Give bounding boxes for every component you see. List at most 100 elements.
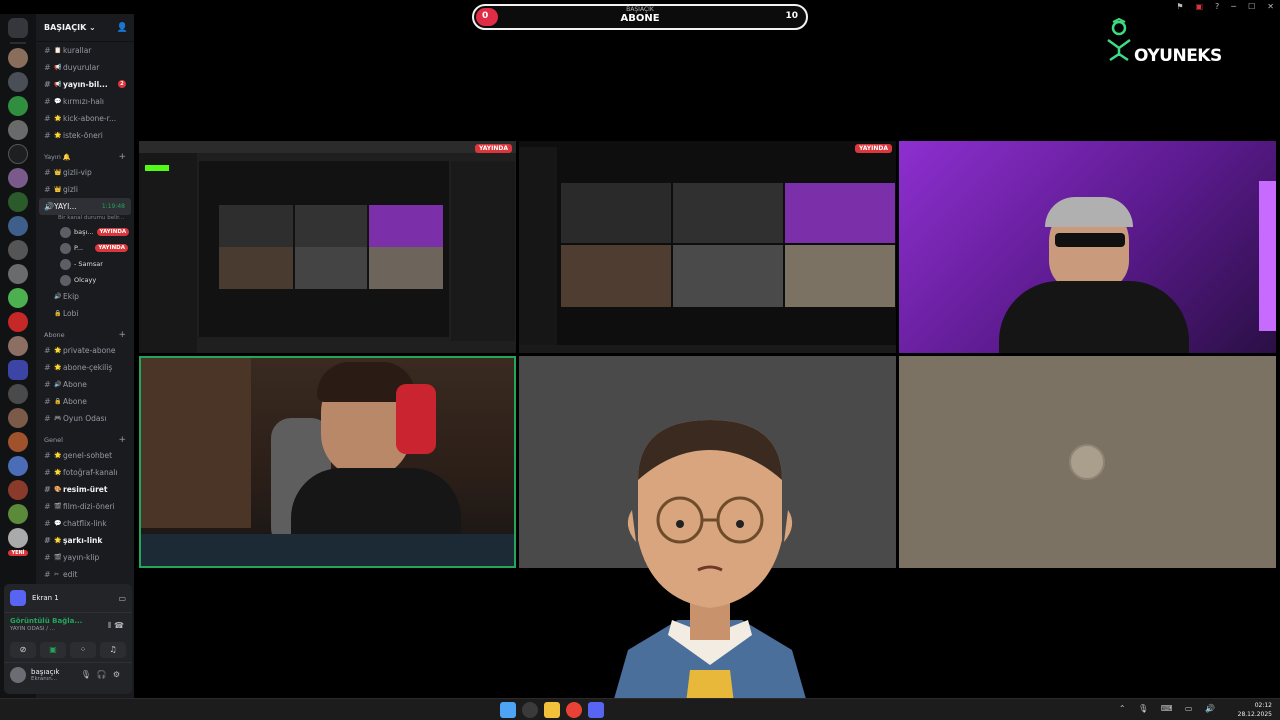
server-icon[interactable] — [8, 144, 28, 164]
channel-channels_abone[interactable]: # 🌟 abone-çekiliş — [36, 359, 134, 376]
close-icon[interactable]: ✕ — [1267, 2, 1274, 11]
video-tile-screen-share-1[interactable]: YAYINDA — [139, 141, 516, 353]
screen-share-row[interactable]: Ekran 1 ▭ — [4, 584, 132, 612]
server-icon[interactable] — [8, 240, 28, 260]
robot-logo-icon — [1107, 17, 1131, 62]
channel-name: gizli-vip — [63, 168, 92, 177]
discord-home-icon[interactable] — [8, 18, 28, 38]
channel-channels_top[interactable]: # 📢 yayın-bil... 2 — [36, 76, 134, 93]
channel-channels_abone[interactable]: # 🌟 private-abone — [36, 342, 134, 359]
live-badge: YAYINDA — [96, 228, 130, 236]
channel-channels_genel[interactable]: # 🎬 film-dizi-öneri — [36, 498, 134, 515]
clock-date: 28.12.2025 — [1237, 711, 1272, 718]
video-tile-avatar[interactable] — [899, 356, 1276, 568]
discord-icon[interactable] — [588, 702, 604, 718]
hash-icon: # — [44, 114, 51, 123]
server-icon[interactable] — [8, 192, 28, 212]
channel-channels_genel[interactable]: # 🌟 şarkı-link — [36, 532, 134, 549]
channel-channels_yayin[interactable]: # 👑 gizli-vip — [36, 164, 134, 181]
maximize-icon[interactable]: ☐ — [1248, 2, 1255, 11]
flag-icon[interactable]: ⚑ — [1176, 2, 1183, 11]
folder-icon[interactable] — [8, 360, 28, 380]
channel-name: Ekip — [63, 292, 79, 301]
channel-channels_genel[interactable]: # 🌟 fotoğraf-kanalı — [36, 464, 134, 481]
windows-start-icon[interactable] — [500, 702, 516, 718]
minimize-icon[interactable]: ─ — [1231, 2, 1236, 11]
emoji-icon: 📢 — [54, 64, 62, 71]
help-icon[interactable]: ? — [1215, 2, 1219, 11]
taskbar-icons — [500, 702, 604, 718]
screen-icon[interactable]: ▣ — [1195, 2, 1203, 11]
voice-user[interactable]: P... YAYINDA — [36, 240, 134, 256]
server-icon[interactable] — [8, 528, 28, 548]
system-tray[interactable]: ⌃ 🎙 ⌨ ▭ 🔊 — [1119, 704, 1220, 713]
server-icon[interactable] — [8, 72, 28, 92]
server-icon[interactable] — [8, 96, 28, 116]
server-icon[interactable] — [8, 336, 28, 356]
channel-name: resim-üret — [63, 485, 108, 494]
channel-channels_genel[interactable]: # 🌟 genel-sohbet — [36, 447, 134, 464]
server-icon[interactable] — [8, 504, 28, 524]
channel-channels_top[interactable]: # 📋 kurallar — [36, 42, 134, 59]
server-icon[interactable] — [8, 456, 28, 476]
channel-channels_abone[interactable]: # 🔒 Abone — [36, 393, 134, 410]
search-icon[interactable] — [522, 702, 538, 718]
screen-share-button[interactable]: ▣ — [40, 642, 66, 658]
clock[interactable]: 02:12 28.12.2025 — [1238, 701, 1272, 719]
channel-channels_genel[interactable]: # 🎬 yayın-klip — [36, 549, 134, 566]
channel-channels_top[interactable]: # 📢 duyurular — [36, 59, 134, 76]
server-icon[interactable] — [8, 168, 28, 188]
plus-icon[interactable]: + — [118, 152, 126, 162]
video-tile-webcam-speaking[interactable] — [139, 356, 516, 568]
server-icon[interactable] — [8, 384, 28, 404]
plus-icon[interactable]: + — [118, 330, 126, 340]
voice-user[interactable]: - Samsar — [36, 256, 134, 272]
channel-channels_voice[interactable]: 🔒 Lobi — [36, 305, 134, 322]
chrome-icon[interactable] — [566, 702, 582, 718]
voice-user[interactable]: başı... YAYINDA — [36, 224, 134, 240]
channel-channels_abone[interactable]: # 🎮 Oyun Odası — [36, 410, 134, 427]
channel-channels_voice[interactable]: 🔊 Ekip — [36, 288, 134, 305]
voice-channel-active[interactable]: 🔊 YAYI... 1:19:48 — [39, 198, 131, 215]
category-yayin[interactable]: Yayın 🔔 + — [36, 144, 134, 164]
file-explorer-icon[interactable] — [544, 702, 560, 718]
channel-channels_top[interactable]: # 🌟 kick-abone-r... — [36, 110, 134, 127]
server-icon[interactable] — [8, 120, 28, 140]
plus-icon[interactable]: + — [118, 435, 126, 445]
channel-channels_top[interactable]: # 🌟 istek-öneri — [36, 127, 134, 144]
category-genel[interactable]: Genel + — [36, 427, 134, 447]
add-member-icon[interactable]: 👤 — [117, 23, 128, 33]
emoji-icon: 🌟 — [54, 452, 62, 459]
channel-channels_genel[interactable]: # 🎨 resim-üret — [36, 481, 134, 498]
popout-icon[interactable]: ▭ — [118, 594, 126, 603]
camera-off-button[interactable]: ⊘ — [10, 642, 36, 658]
server-icon[interactable] — [8, 432, 28, 452]
server-icon[interactable] — [8, 216, 28, 236]
channel-channels_abone[interactable]: # 🔊 Abone — [36, 376, 134, 393]
server-header[interactable]: BAŞIAÇIK ⌄ 👤 — [36, 14, 134, 42]
channel-channels_yayin[interactable]: # 👑 gizli — [36, 181, 134, 198]
server-icon[interactable] — [8, 408, 28, 428]
video-tile-screen-share-2[interactable]: YAYINDA — [519, 141, 896, 353]
voice-user[interactable]: Olcayy — [36, 272, 134, 288]
emoji-icon: 🌟 — [54, 347, 62, 354]
server-icon[interactable] — [8, 48, 28, 68]
hash-icon: # — [44, 380, 51, 389]
server-icon[interactable] — [8, 480, 28, 500]
video-tile-webcam-purple[interactable] — [899, 141, 1276, 353]
emoji-icon: 🎬 — [54, 554, 62, 561]
channel-channels_genel[interactable]: # ✂ edit — [36, 566, 134, 583]
server-icon[interactable] — [8, 312, 28, 332]
channel-name: abone-çekiliş — [63, 363, 113, 372]
soundboard-button[interactable]: ♫ — [100, 642, 126, 658]
noise-suppression-icon[interactable]: ⦀ ☎ — [108, 621, 124, 631]
activities-button[interactable]: ⁘ — [70, 642, 96, 658]
channel-channels_genel[interactable]: # 💬 chatflix-link — [36, 515, 134, 532]
goal-owner: BAŞIAÇIK — [626, 6, 654, 13]
server-icon[interactable] — [8, 288, 28, 308]
category-abone[interactable]: Abone + — [36, 322, 134, 342]
server-icon[interactable] — [8, 264, 28, 284]
avatar[interactable] — [10, 666, 26, 683]
mic-headset-settings-icons[interactable]: 🎙🎧⚙ — [81, 670, 126, 679]
channel-channels_top[interactable]: # 💬 kırmızı-halı — [36, 93, 134, 110]
